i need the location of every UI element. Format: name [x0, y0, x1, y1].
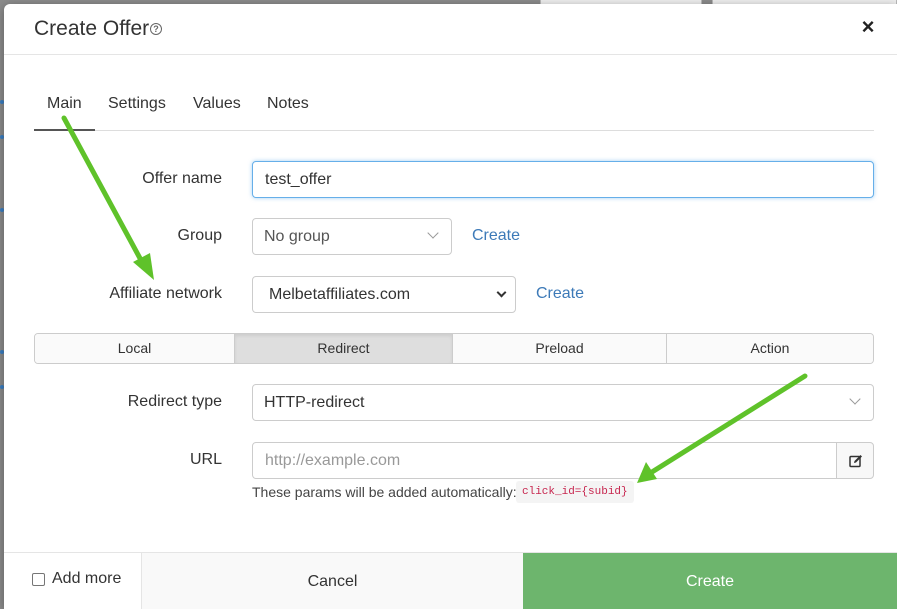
- chevron-down-icon: [496, 287, 507, 298]
- edit-url-button[interactable]: [836, 442, 874, 479]
- segment-local[interactable]: Local: [35, 334, 235, 363]
- offer-name-input[interactable]: [252, 161, 874, 198]
- affiliate-network-value: Melbetaffiliates.com: [269, 286, 411, 303]
- affiliate-network-select[interactable]: Melbetaffiliates.com: [252, 276, 516, 313]
- create-offer-dialog: Create Offer ? × Main Settings Values No…: [4, 4, 897, 609]
- url-params-code: click_id={subid}: [516, 481, 634, 503]
- offer-type-segmented-control: Local Redirect Preload Action: [34, 333, 874, 364]
- chevron-down-icon: [427, 227, 439, 239]
- add-more-toggle: Add more: [4, 553, 142, 609]
- create-button[interactable]: Create: [523, 553, 897, 609]
- cancel-button[interactable]: Cancel: [142, 553, 523, 609]
- redirect-type-select[interactable]: HTTP-redirect: [252, 384, 874, 421]
- segment-preload[interactable]: Preload: [453, 334, 667, 363]
- pencil-square-icon: [849, 455, 862, 468]
- close-icon[interactable]: ×: [859, 16, 877, 38]
- add-more-label[interactable]: Add more: [52, 570, 121, 588]
- redirect-type-label: Redirect type: [127, 393, 222, 410]
- tab-main[interactable]: Main: [34, 89, 95, 131]
- dialog-header: Create Offer ? ×: [4, 4, 897, 55]
- dialog-footer: Add more Cancel Create: [4, 552, 897, 609]
- dialog-title: Create Offer: [34, 17, 150, 40]
- group-select-value: No group: [264, 228, 330, 245]
- create-group-link[interactable]: Create: [472, 227, 520, 245]
- redirect-type-value: HTTP-redirect: [264, 394, 365, 411]
- question-circle-icon[interactable]: ?: [150, 23, 162, 35]
- segment-redirect[interactable]: Redirect: [235, 334, 453, 363]
- dialog-tabs: Main Settings Values Notes: [34, 89, 874, 131]
- url-params-hint: These params will be added automatically…: [252, 484, 517, 500]
- tab-notes[interactable]: Notes: [254, 89, 322, 131]
- create-affiliate-network-link[interactable]: Create: [536, 285, 584, 303]
- url-input[interactable]: [252, 442, 837, 479]
- chevron-down-icon: [849, 393, 861, 405]
- offer-name-label: Offer name: [142, 170, 222, 187]
- affiliate-network-label: Affiliate network: [109, 285, 222, 302]
- add-more-checkbox[interactable]: [32, 573, 45, 586]
- url-label: URL: [189, 451, 222, 468]
- group-label: Group: [177, 227, 222, 244]
- segment-action[interactable]: Action: [667, 334, 873, 363]
- group-select[interactable]: No group: [252, 218, 452, 255]
- tab-settings[interactable]: Settings: [95, 89, 179, 131]
- tab-values[interactable]: Values: [180, 89, 254, 131]
